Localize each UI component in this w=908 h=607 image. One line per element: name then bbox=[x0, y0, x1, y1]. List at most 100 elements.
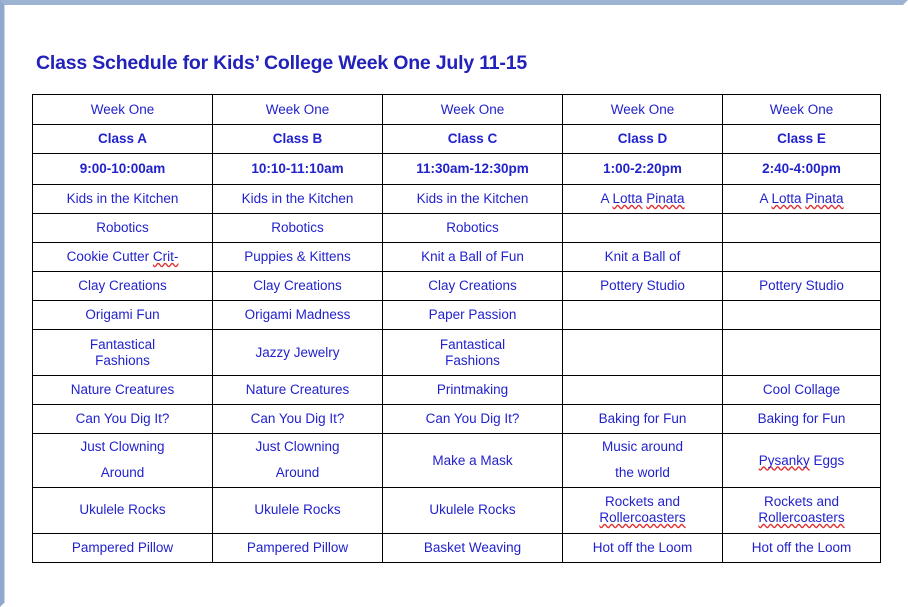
class-cell: Cookie Cutter Crit- bbox=[32, 242, 213, 272]
class-cell: Rockets and Rollercoasters bbox=[562, 486, 723, 534]
header-week-cell: Week One bbox=[382, 94, 563, 125]
table-row: Nature Creatures Nature Creatures Printmak… bbox=[32, 375, 881, 405]
class-cell-line: Rollercoasters bbox=[565, 510, 720, 526]
class-cell: Basket Weaving bbox=[382, 532, 563, 563]
table-row: Clay Creations Clay Creations Clay Creatio… bbox=[32, 271, 881, 301]
class-cell: Make a Mask bbox=[382, 433, 563, 488]
header-class-cell: Class D bbox=[562, 124, 723, 154]
header-class-cell: Class E bbox=[722, 124, 881, 154]
class-cell-line: the world bbox=[615, 465, 670, 481]
class-cell: Origami Fun bbox=[32, 300, 213, 330]
spellcheck-underlined-word: Lotta bbox=[612, 191, 643, 207]
spellcheck-underlined-word: Rollercoasters bbox=[758, 510, 845, 526]
class-cell: Jazzy Jewelry bbox=[212, 329, 383, 376]
class-cell: Nature Creatures bbox=[32, 375, 213, 405]
class-cell: Pottery Studio bbox=[562, 271, 723, 301]
class-cell bbox=[722, 329, 881, 376]
spellcheck-underlined-word: Lotta bbox=[771, 191, 802, 207]
class-cell: Fantastical Fashions bbox=[382, 329, 563, 376]
spellcheck-underlined-word: Pinata bbox=[805, 191, 844, 207]
class-cell bbox=[562, 329, 723, 376]
header-week-row: Week One Week One Week One Week One Week One bbox=[32, 94, 881, 125]
header-time-cell: 1:00-2:20pm bbox=[562, 153, 723, 185]
class-schedule-table: Week One Week One Week One Week One Week One… bbox=[32, 94, 881, 563]
class-cell: Clay Creations bbox=[212, 271, 383, 301]
page-title: Class Schedule for Kids’ College Week On… bbox=[36, 52, 528, 74]
header-class-cell: Class B bbox=[212, 124, 383, 154]
spellcheck-underlined-word: Pinata bbox=[646, 191, 685, 207]
table-row: Pampered Pillow Pampered Pillow Basket Wea… bbox=[32, 532, 881, 563]
class-cell: Baking for Fun bbox=[722, 404, 881, 434]
header-time-row: 9:00-10:00am 10:10-11:10am 11:30am-12:30pm… bbox=[32, 153, 881, 185]
class-cell: Can You Dig It? bbox=[32, 404, 213, 434]
class-cell: A Lotta Pinata bbox=[562, 184, 723, 214]
class-cell-line: Fantastical bbox=[439, 336, 506, 352]
header-class-cell: Class A bbox=[32, 124, 213, 154]
class-cell: Clay Creations bbox=[382, 271, 563, 301]
table-row: Kids in the Kitchen Kids in the Kitchen Ki… bbox=[32, 184, 881, 214]
class-cell: Can You Dig It? bbox=[212, 404, 383, 434]
class-cell-line: Fashions bbox=[95, 352, 150, 368]
class-cell: Nature Creatures bbox=[212, 375, 383, 405]
class-cell-line: Around bbox=[100, 465, 145, 481]
header-week-cell: Week One bbox=[212, 94, 383, 125]
class-cell: Can You Dig It? bbox=[382, 404, 563, 434]
spellcheck-underlined-word: Pysanky bbox=[758, 452, 810, 468]
table-row: Cookie Cutter Crit- Puppies & Kittens Knit… bbox=[32, 242, 881, 272]
table-row: Just Clowning Around Just Clowning Around Ma… bbox=[32, 433, 881, 488]
header-class-cell: Class C bbox=[382, 124, 563, 154]
class-cell bbox=[562, 213, 723, 243]
header-week-cell: Week One bbox=[32, 94, 213, 125]
table-row: Fantastical Fashions Jazzy Jewelry Fantasti… bbox=[32, 329, 881, 376]
class-cell: Kids in the Kitchen bbox=[212, 184, 383, 214]
header-class-row: Class A Class B Class C Class D Class E bbox=[32, 124, 881, 154]
class-cell: A Lotta Pinata bbox=[722, 184, 881, 214]
document-body: Class Schedule for Kids’ College Week On… bbox=[0, 0, 908, 607]
class-cell-line: Fantastical bbox=[89, 336, 156, 352]
class-cell: Music around the world bbox=[562, 433, 723, 488]
class-cell bbox=[562, 375, 723, 405]
class-cell: Fantastical Fashions bbox=[32, 329, 213, 376]
class-cell-line: Rockets and bbox=[604, 494, 681, 510]
class-cell: Just Clowning Around bbox=[32, 433, 213, 488]
class-cell: Just Clowning Around bbox=[212, 433, 383, 488]
class-cell: Rockets and Rollercoasters bbox=[722, 486, 881, 534]
class-cell bbox=[722, 300, 881, 330]
header-time-cell: 10:10-11:10am bbox=[212, 153, 383, 185]
class-cell bbox=[722, 213, 881, 243]
class-cell-line: Around bbox=[275, 465, 320, 481]
class-cell-line: Rockets and bbox=[763, 494, 840, 510]
class-cell: Pampered Pillow bbox=[212, 532, 383, 563]
class-cell: Puppies & Kittens bbox=[212, 242, 383, 272]
class-cell: Origami Madness bbox=[212, 300, 383, 330]
header-time-cell: 2:40-4:00pm bbox=[722, 153, 881, 185]
class-cell: Ukulele Rocks bbox=[212, 486, 383, 534]
table-row: Can You Dig It? Can You Dig It? Can You Di… bbox=[32, 404, 881, 434]
class-cell: Robotics bbox=[32, 213, 213, 243]
spellcheck-underlined-word: Rollercoasters bbox=[599, 510, 686, 526]
class-cell-line: Just Clowning bbox=[80, 439, 165, 454]
class-cell: Hot off the Loom bbox=[722, 532, 881, 563]
class-cell: Paper Passion bbox=[382, 300, 563, 330]
class-cell: Pottery Studio bbox=[722, 271, 881, 301]
class-cell-line: Fashions bbox=[445, 352, 500, 368]
class-cell: Hot off the Loom bbox=[562, 532, 723, 563]
class-cell-line: Just Clowning bbox=[255, 439, 340, 454]
class-cell: Cool Collage bbox=[722, 375, 881, 405]
header-week-cell: Week One bbox=[562, 94, 723, 125]
class-cell: Clay Creations bbox=[32, 271, 213, 301]
class-cell: Ukulele Rocks bbox=[32, 486, 213, 534]
table-row: Robotics Robotics Robotics bbox=[32, 213, 881, 243]
class-cell: Knit a Ball of Fun bbox=[382, 242, 563, 272]
table-row: Ukulele Rocks Ukulele Rocks Ukulele Rocks R… bbox=[32, 486, 881, 534]
spellcheck-underlined-word: Crit- bbox=[152, 249, 179, 265]
class-cell: Baking for Fun bbox=[562, 404, 723, 434]
header-time-cell: 11:30am-12:30pm bbox=[382, 153, 563, 185]
class-cell: Kids in the Kitchen bbox=[382, 184, 563, 214]
class-cell: Printmaking bbox=[382, 375, 563, 405]
class-cell: Kids in the Kitchen bbox=[32, 184, 213, 214]
class-cell: Ukulele Rocks bbox=[382, 486, 563, 534]
class-cell: Pampered Pillow bbox=[32, 532, 213, 563]
class-cell: Robotics bbox=[212, 213, 383, 243]
table-body: Week One Week One Week One Week One Week One… bbox=[32, 94, 881, 563]
